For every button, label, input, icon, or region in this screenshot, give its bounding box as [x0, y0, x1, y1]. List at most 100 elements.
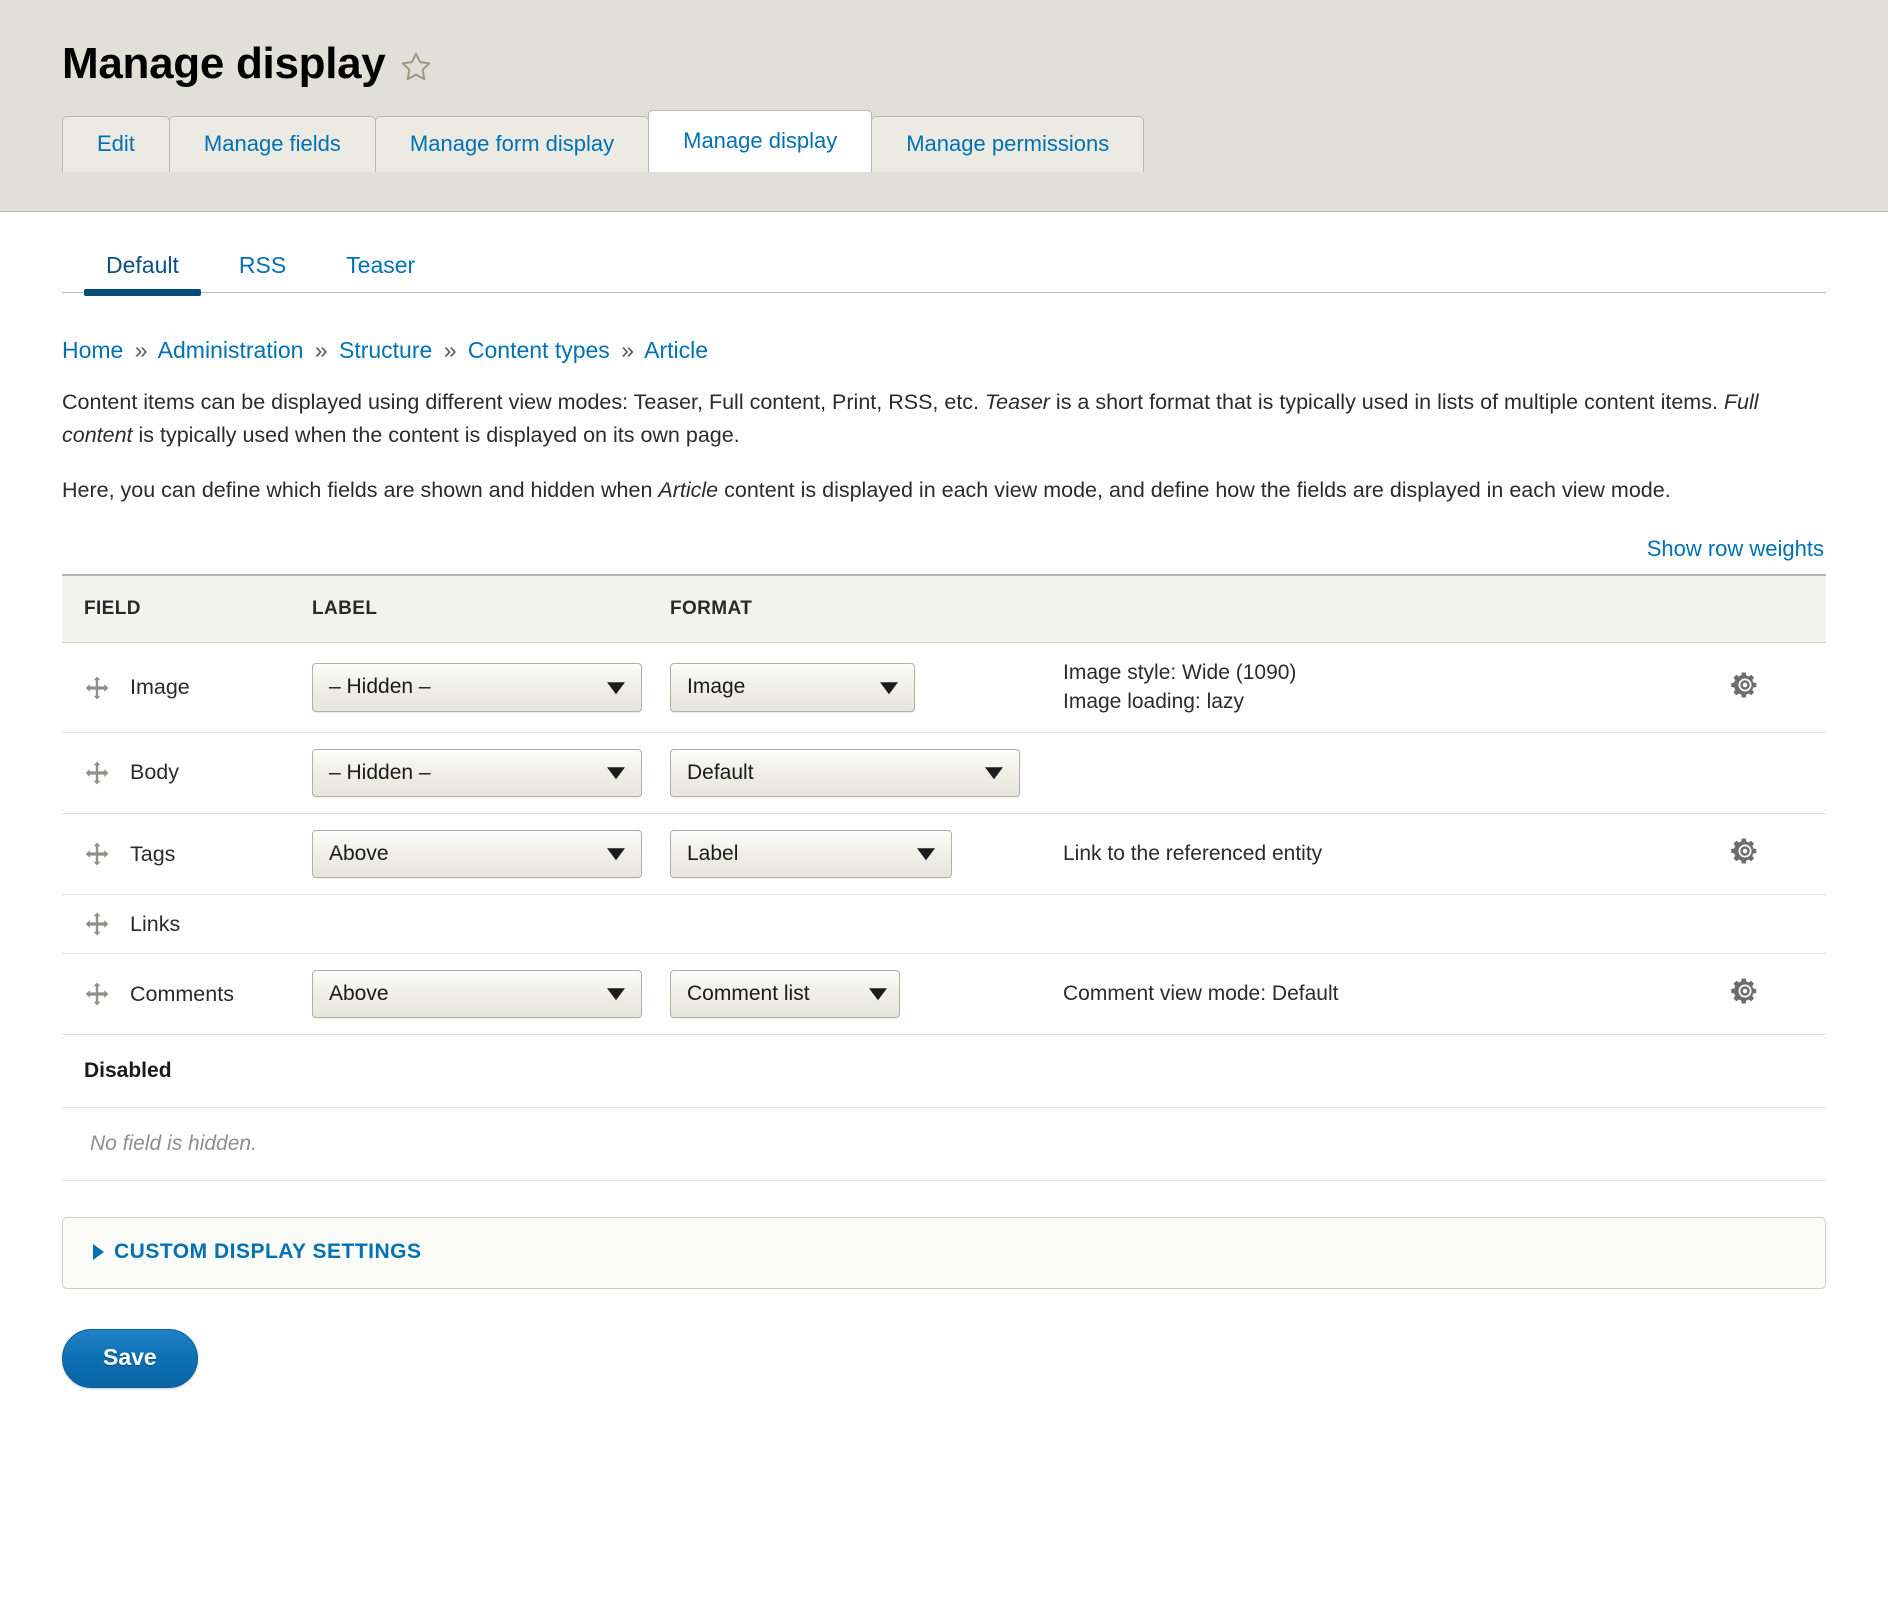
label-select-wrapper: – Hidden –: [312, 663, 642, 712]
breadcrumb-separator: »: [621, 336, 634, 363]
row-operations-cell: [1716, 954, 1826, 1035]
desc-1-text-2: is a short format that is typically used…: [1049, 390, 1724, 415]
row-summary-cell: [1055, 732, 1716, 813]
disabled-empty-message: No field is hidden.: [90, 1132, 257, 1156]
description-paragraph-2: Here, you can define which fields are sh…: [62, 474, 1822, 507]
row-format-cell: Label: [670, 814, 1055, 895]
field-label: Links: [130, 911, 181, 936]
row-summary-cell: Comment view mode: Default: [1055, 954, 1716, 1035]
row-operations-cell: [1716, 895, 1826, 954]
disabled-region-empty-row: No field is hidden.: [62, 1108, 1826, 1181]
table-header-row: FIELD LABEL FORMAT: [62, 575, 1826, 644]
summary-line: Comment view mode: Default: [1063, 982, 1339, 1006]
desc-2-emphasis-article: Article: [658, 477, 719, 502]
star-outline-icon[interactable]: [399, 50, 433, 84]
format-select-tags[interactable]: Label: [670, 830, 952, 879]
format-select-wrapper: Default: [670, 748, 1020, 798]
drag-handle-icon[interactable]: [84, 675, 110, 701]
format-select-wrapper: Comment list: [670, 970, 900, 1019]
label-select-tags[interactable]: Above: [312, 830, 642, 879]
row-label-cell: Above: [312, 954, 670, 1035]
format-select-wrapper: Label: [670, 830, 952, 879]
row-format-cell: Comment list: [670, 954, 1055, 1035]
desc-1-text-3: is typically used when the content is di…: [132, 422, 740, 447]
breadcrumb-item-article[interactable]: Article: [644, 337, 708, 363]
breadcrumb-item-administration[interactable]: Administration: [158, 337, 304, 363]
field-label: Body: [130, 760, 180, 785]
row-operations-cell: [1716, 643, 1826, 733]
row-summary-cell: Link to the referenced entity: [1055, 814, 1716, 895]
field-display-table: FIELD LABEL FORMAT Image – Hidden – Imag…: [62, 574, 1826, 1181]
breadcrumb: Home » Administration » Structure » Cont…: [62, 337, 1826, 365]
table-head: FIELD LABEL FORMAT: [62, 575, 1826, 644]
summary-line: Image style: Wide (1090): [1063, 661, 1297, 685]
disabled-region-label: Disabled: [84, 1059, 172, 1083]
column-header-field: FIELD: [62, 575, 312, 644]
row-summary-cell: Image style: Wide (1090) Image loading: …: [1055, 643, 1716, 733]
custom-display-settings-summary[interactable]: CUSTOM DISPLAY SETTINGS: [93, 1240, 1795, 1264]
secondary-tabs: Default RSS Teaser: [62, 246, 1826, 296]
table-row: Links: [62, 895, 1826, 954]
main-content: Default RSS Teaser Home » Administration…: [0, 246, 1888, 1449]
tab-manage-permissions[interactable]: Manage permissions: [871, 115, 1145, 172]
field-label: Tags: [130, 841, 176, 866]
label-select-comments[interactable]: Above: [312, 970, 642, 1019]
gear-icon[interactable]: [1730, 836, 1760, 866]
desc-1-text-1: Content items can be displayed using dif…: [62, 390, 985, 415]
format-select-image[interactable]: Image: [670, 663, 915, 712]
show-row-weights-link[interactable]: Show row weights: [1647, 536, 1824, 561]
field-label: Comments: [130, 981, 234, 1006]
breadcrumb-item-content-types[interactable]: Content types: [468, 337, 610, 363]
summary-line: Link to the referenced entity: [1063, 842, 1323, 865]
label-select-image[interactable]: – Hidden –: [312, 663, 642, 712]
column-header-label: LABEL: [312, 575, 670, 644]
table-row: Tags Above Label Link to the referenced …: [62, 814, 1826, 895]
breadcrumb-item-home[interactable]: Home: [62, 337, 123, 363]
gear-icon[interactable]: [1730, 670, 1760, 700]
row-format-cell: Image: [670, 643, 1055, 733]
table-row: Comments Above Comment list Comment view…: [62, 954, 1826, 1035]
save-button[interactable]: Save: [62, 1329, 198, 1389]
label-select-wrapper: Above: [312, 970, 642, 1019]
row-label-cell: – Hidden –: [312, 643, 670, 733]
format-select-comments[interactable]: Comment list: [670, 970, 900, 1019]
format-select-wrapper: Image: [670, 663, 915, 712]
row-operations-cell: [1716, 732, 1826, 813]
drag-handle-icon[interactable]: [84, 981, 110, 1007]
tab-edit[interactable]: Edit: [62, 115, 170, 172]
table-row: Body – Hidden – Default: [62, 732, 1826, 814]
label-select-wrapper: Above: [312, 830, 642, 879]
desc-2-text-2: content is displayed in each view mode, …: [718, 477, 1671, 502]
field-label: Image: [130, 675, 190, 700]
custom-display-settings-label: CUSTOM DISPLAY SETTINGS: [114, 1240, 422, 1264]
row-format-cell: Default: [670, 732, 1055, 813]
column-header-summary: [1055, 575, 1716, 644]
format-select-body[interactable]: Default: [670, 748, 1020, 798]
breadcrumb-item-structure[interactable]: Structure: [339, 337, 432, 363]
drag-handle-icon[interactable]: [84, 911, 110, 937]
summary-line: Image loading: lazy: [1063, 689, 1244, 713]
column-header-operations: [1716, 575, 1826, 644]
custom-display-settings-details[interactable]: CUSTOM DISPLAY SETTINGS: [62, 1217, 1826, 1290]
tab-manage-display[interactable]: Manage display: [648, 109, 873, 172]
tab-manage-fields[interactable]: Manage fields: [168, 115, 376, 172]
row-label-cell: – Hidden –: [312, 732, 670, 813]
breadcrumb-separator: »: [134, 336, 148, 363]
tab-manage-form-display[interactable]: Manage form display: [374, 115, 650, 172]
row-field-cell: Body: [62, 732, 312, 813]
drag-handle-icon[interactable]: [84, 841, 110, 867]
label-select-body[interactable]: – Hidden –: [312, 748, 642, 798]
gear-icon[interactable]: [1730, 976, 1760, 1006]
drag-handle-icon[interactable]: [84, 760, 110, 786]
title-row: Manage display: [0, 0, 1888, 86]
view-mode-tab-default[interactable]: Default: [76, 246, 209, 296]
description-paragraph-1: Content items can be displayed using dif…: [62, 386, 1822, 451]
row-summary-cell: [1055, 895, 1716, 954]
row-field-cell: Image: [62, 643, 312, 733]
disabled-region-row: Disabled: [62, 1035, 1826, 1108]
row-operations-cell: [1716, 814, 1826, 895]
row-field-cell: Links: [62, 895, 312, 954]
view-mode-tab-teaser[interactable]: Teaser: [316, 246, 445, 292]
view-mode-tab-rss[interactable]: RSS: [209, 246, 316, 292]
page-header: Manage display Edit Manage fields Manage…: [0, 0, 1888, 212]
